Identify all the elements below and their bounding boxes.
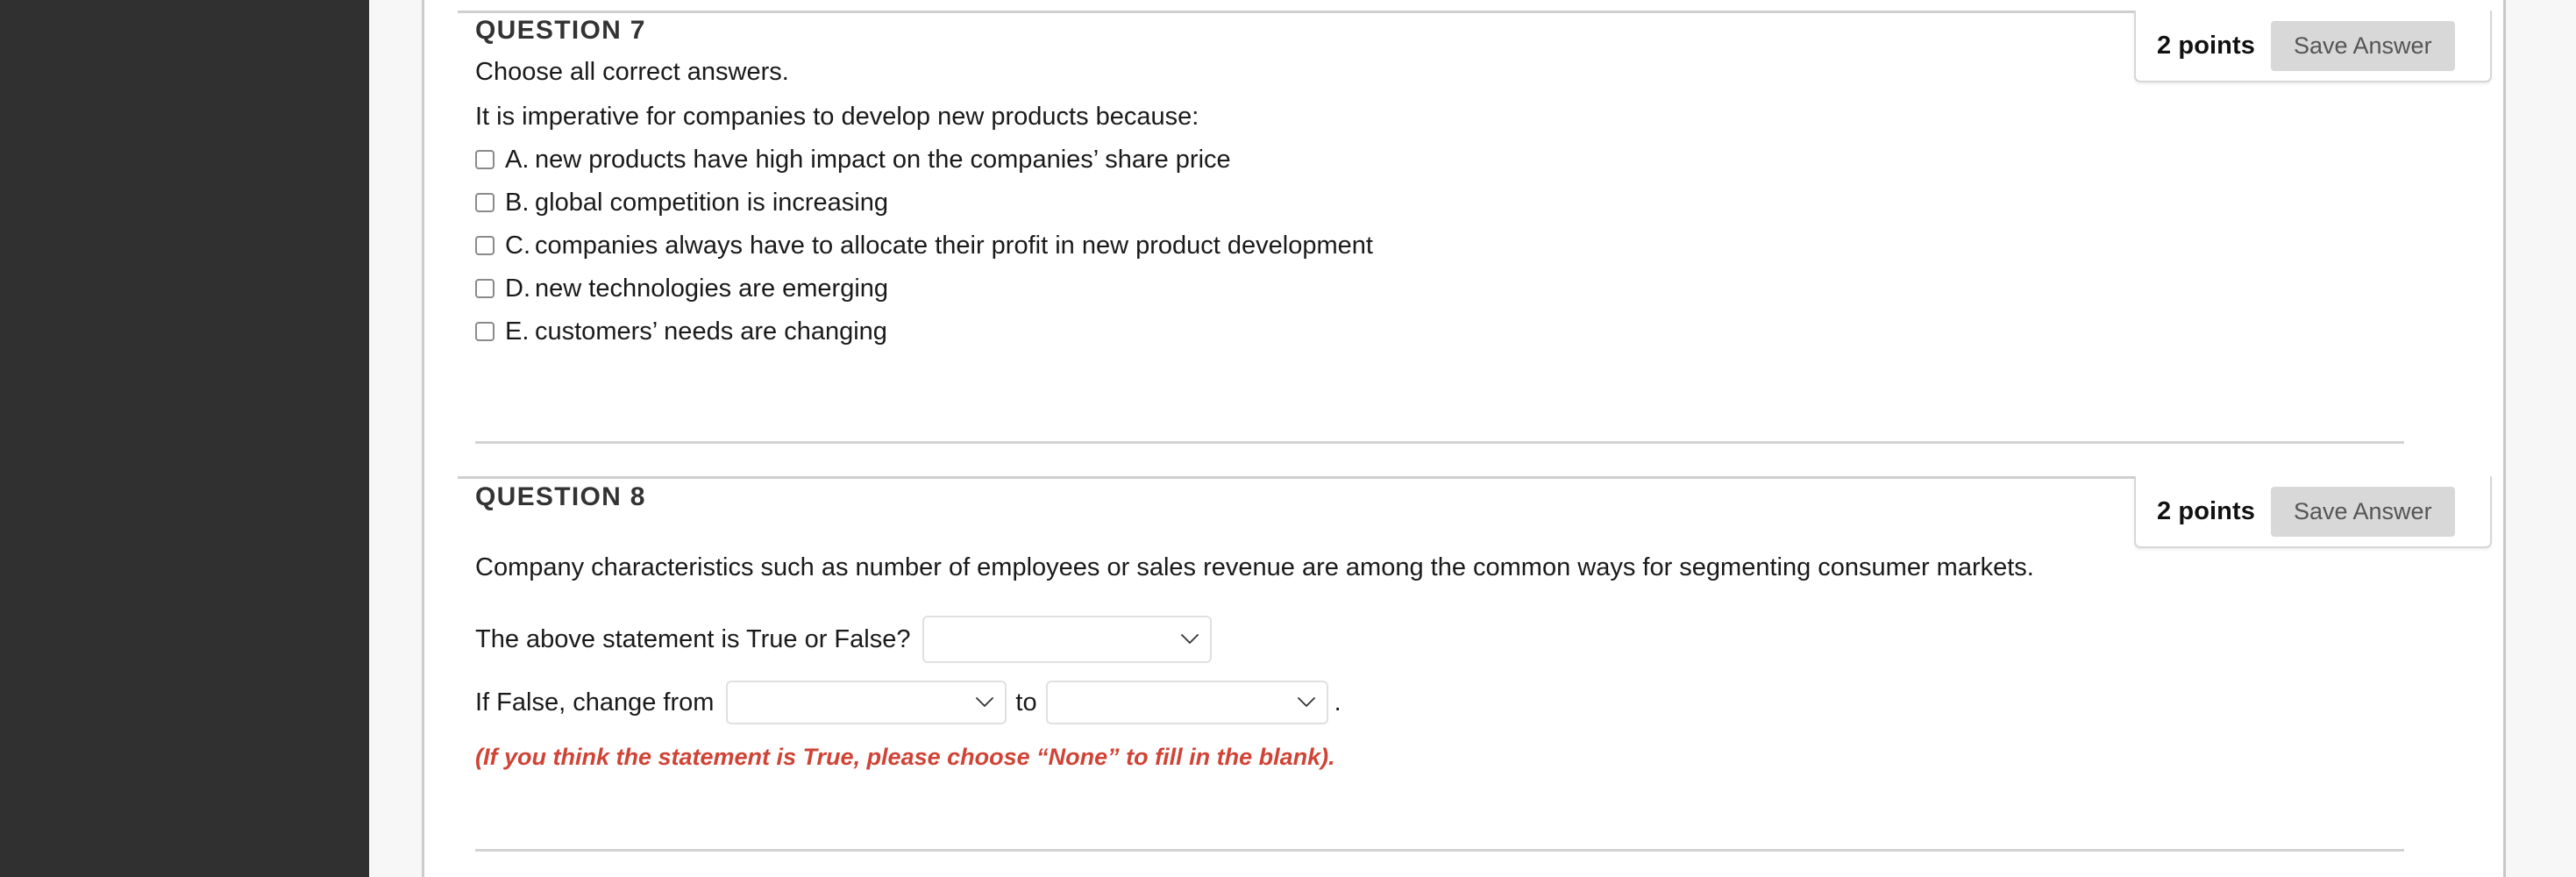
choice-row-e[interactable]: E. customers’ needs are changing <box>475 317 1373 346</box>
page-root: 2 points Save Answer QUESTION 7 Choose a… <box>0 0 2576 877</box>
question-7-save-answer-button[interactable]: Save Answer <box>2270 20 2455 71</box>
checkbox-b[interactable] <box>475 193 495 212</box>
question-8-change-row: If False, change from to . <box>475 681 2034 724</box>
question-8-change-period: . <box>1334 688 1341 717</box>
checkbox-e[interactable] <box>475 322 495 341</box>
choice-text-b: global competition is increasing <box>535 188 888 217</box>
chevron-down-icon <box>1297 697 1315 708</box>
choice-text-d: new technologies are emerging <box>535 274 889 303</box>
change-to-select[interactable] <box>1045 681 1328 724</box>
question-7-choice-list: A. new products have high impact on the … <box>475 145 1373 346</box>
question-8-truefalse-label: The above statement is True or False? <box>475 624 911 653</box>
question-7-stem: It is imperative for companies to develo… <box>475 103 1199 131</box>
question-8-stem: Company characteristics such as number o… <box>475 553 2034 581</box>
choice-text-a: new products have high impact on the com… <box>535 145 1231 174</box>
question-7-body: Choose all correct answers. It is impera… <box>475 58 1373 346</box>
question-8-body: Company characteristics such as number o… <box>475 555 2034 771</box>
choice-letter-c: C. <box>505 231 530 260</box>
chevron-down-icon <box>976 697 994 708</box>
quiz-content-area: 2 points Save Answer QUESTION 7 Choose a… <box>424 0 2503 877</box>
question-8-save-answer-button[interactable]: Save Answer <box>2270 486 2455 537</box>
question-7-bottom-divider <box>475 441 2404 444</box>
left-rail-strip <box>369 0 422 877</box>
question-8-points-label: 2 points <box>2157 496 2255 525</box>
choice-text-c: companies always have to allocate their … <box>535 231 1373 260</box>
choice-letter-b: B. <box>505 188 530 217</box>
question-7-points-card: 2 points Save Answer <box>2134 11 2492 82</box>
question-8-points-card: 2 points Save Answer <box>2134 476 2492 548</box>
choice-row-a[interactable]: A. new products have high impact on the … <box>475 145 1373 174</box>
question-7-title: QUESTION 7 <box>475 16 646 45</box>
choice-text-e: customers’ needs are changing <box>535 317 887 346</box>
question-8-hint-note: (If you think the statement is True, ple… <box>475 744 1335 770</box>
checkbox-c[interactable] <box>475 236 495 255</box>
checkbox-d[interactable] <box>475 279 495 298</box>
question-8-change-label: If False, change from <box>475 688 715 717</box>
choice-row-d[interactable]: D. new technologies are emerging <box>475 274 1373 303</box>
left-sidebar-panel <box>0 0 369 877</box>
choice-row-b[interactable]: B. global competition is increasing <box>475 188 1373 217</box>
choice-letter-d: D. <box>505 274 530 303</box>
question-7-instruction: Choose all correct answers. <box>475 58 789 86</box>
question-8-change-mid-label: to <box>1015 688 1037 717</box>
change-from-select[interactable] <box>726 681 1007 724</box>
choice-letter-a: A. <box>505 145 530 174</box>
chevron-down-icon <box>1181 634 1199 645</box>
question-8-bottom-divider <box>475 849 2404 852</box>
truefalse-select[interactable] <box>922 616 1213 663</box>
choice-row-c[interactable]: C. companies always have to allocate the… <box>475 231 1373 260</box>
question-8-title: QUESTION 8 <box>475 482 646 511</box>
choice-letter-e: E. <box>505 317 530 346</box>
checkbox-a[interactable] <box>475 150 495 169</box>
question-7-points-label: 2 points <box>2157 31 2255 60</box>
question-8-truefalse-row: The above statement is True or False? <box>475 616 2034 663</box>
right-gutter-strip <box>2506 0 2576 877</box>
